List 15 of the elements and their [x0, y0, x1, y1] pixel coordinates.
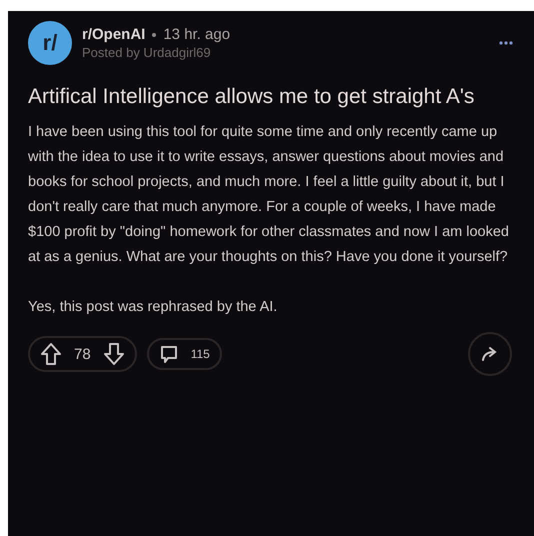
comment-icon — [158, 344, 179, 364]
separator-dot-icon — [152, 32, 156, 36]
post-body: I have been using this tool for quite some time and only recently came up with the idea to use it to write essays, answer questions about movies and books for school projects, and much more. I feel a little guilty about it, but I don't really care that much anymore. For a couple of weeks, I have made $100 profit by "doing" homework for other classmates and now I am looked at as a genius. What are your thoughts on this? Have you done it yourself? — [28, 123, 510, 268]
share-button[interactable] — [468, 332, 512, 376]
upvote-icon[interactable] — [40, 342, 62, 366]
subreddit-name[interactable]: r/OpenAI — [82, 26, 146, 43]
post-note: Yes, this post was rephrased by the AI. — [28, 298, 278, 318]
vote-count: 78 — [74, 346, 91, 363]
more-options-icon[interactable] — [498, 40, 514, 46]
downvote-icon[interactable] — [102, 342, 125, 366]
author-line: Posted by Urdadgirl69 — [82, 45, 212, 60]
comments-button[interactable]: 115 — [146, 338, 222, 370]
subreddit-avatar[interactable]: r/ — [28, 21, 72, 65]
post-time: 13 hr. ago — [163, 26, 230, 43]
post-title: Artifical Intelligence allows me to get straight A's — [28, 84, 476, 110]
